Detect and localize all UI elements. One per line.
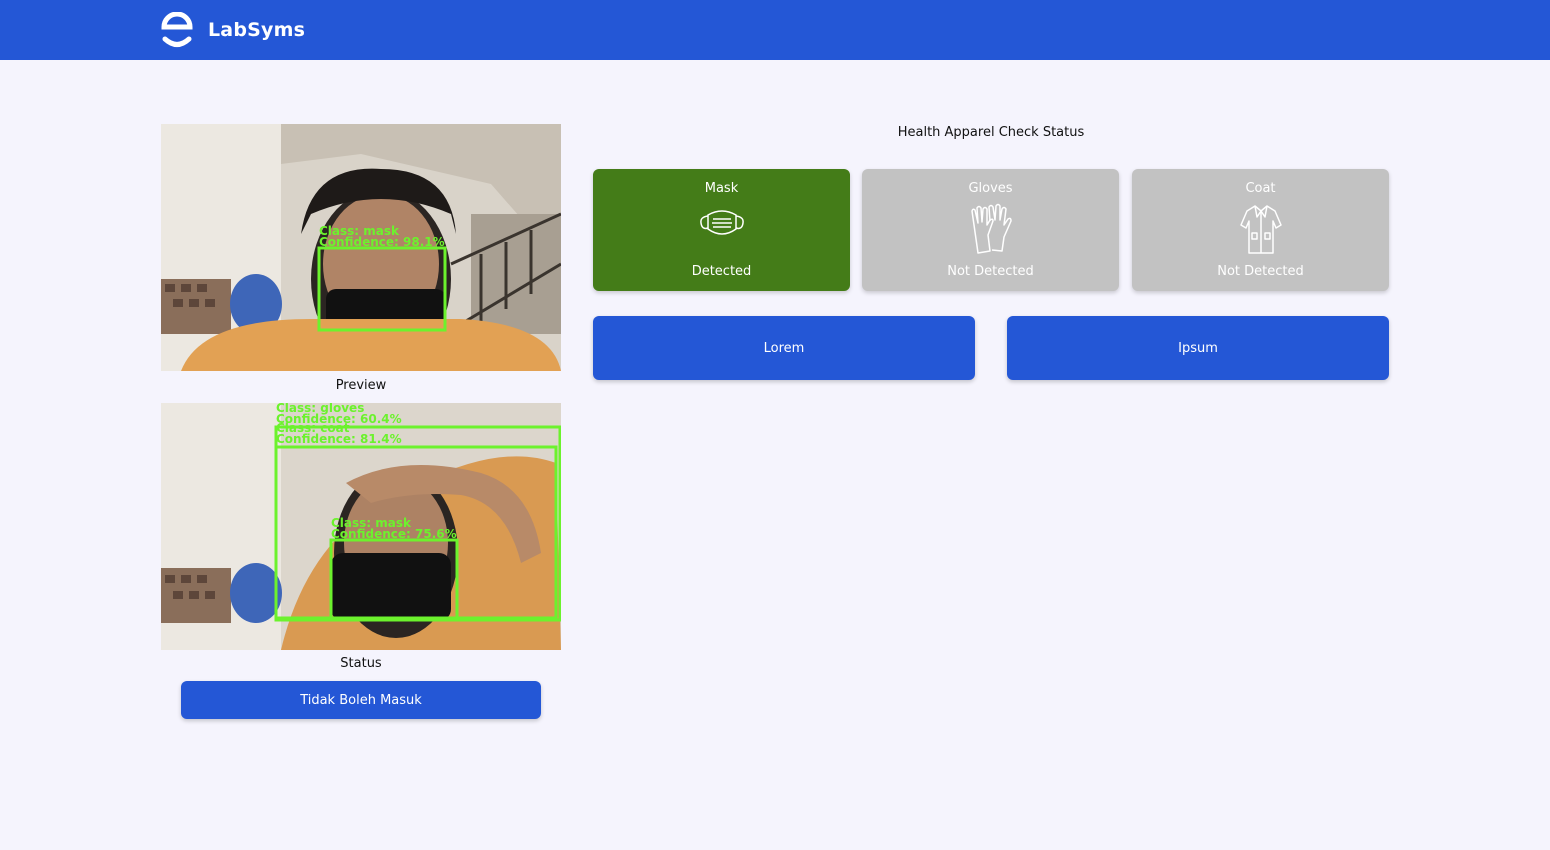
apparel-card-status: Not Detected	[1217, 264, 1304, 279]
preview-caption: Preview	[335, 378, 387, 393]
status-caption: Status	[340, 656, 382, 671]
apparel-card-mask: Mask Detected	[593, 169, 850, 291]
lorem-button[interactable]: Lorem	[593, 316, 975, 380]
apparel-card-title: Mask	[704, 181, 739, 196]
apparel-card-coat: Coat Not Detected	[1132, 169, 1389, 291]
apparel-card-title: Coat	[1245, 181, 1276, 196]
status-detection-coat-confidence: Confidence: 81.4%	[276, 432, 402, 446]
gloves-icon	[970, 203, 1012, 254]
ipsum-button[interactable]: Ipsum	[1007, 316, 1389, 380]
apparel-status-title: Health Apparel Check Status	[897, 125, 1085, 140]
apparel-card-status: Not Detected	[947, 264, 1034, 279]
coat-icon	[1239, 205, 1282, 254]
entry-verdict-button[interactable]: Tidak Boleh Masuk	[181, 681, 541, 719]
labsyms-logo-icon	[161, 12, 193, 47]
apparel-card-status: Detected	[691, 264, 752, 279]
preview-detection-confidence: Confidence: 98.1%	[319, 235, 445, 249]
app-name: LabSyms	[208, 19, 306, 41]
apparel-card-gloves: Gloves Not Detected	[862, 169, 1119, 291]
mask-icon	[699, 210, 744, 235]
status-camera-feed: Class: gloves Confidence: 60.4% Class: c…	[161, 403, 561, 650]
status-detection-mask-confidence: Confidence: 75.6%	[331, 527, 457, 541]
brand[interactable]: LabSyms	[160, 12, 305, 48]
apparel-card-title: Gloves	[968, 181, 1013, 196]
preview-camera-feed: Class: mask Confidence: 98.1%	[161, 124, 561, 371]
top-navbar: LabSyms	[0, 0, 1550, 60]
